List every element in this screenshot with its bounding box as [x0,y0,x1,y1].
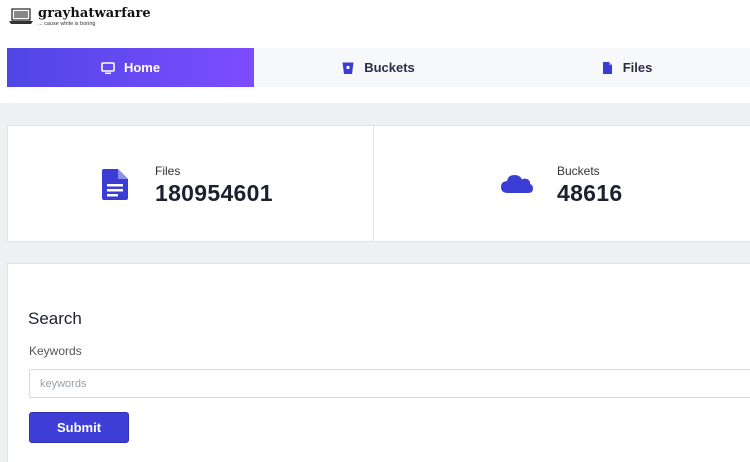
stat-buckets-label: Buckets [557,164,600,178]
header: grayhatwarfare ... cause white is boring… [0,0,750,103]
tab-home-label: Home [123,60,161,75]
keywords-input[interactable] [29,369,750,398]
file-icon [602,61,612,74]
bucket-icon [342,62,354,74]
tab-buckets-label: Buckets [364,60,415,75]
brand-name: grayhatwarfare [38,6,151,21]
monitor-icon [101,61,115,74]
stat-files: Files 180954601 [8,126,374,241]
tab-home[interactable]: Home [7,48,254,87]
stat-buckets: Buckets 48616 [374,126,750,241]
cloud-icon [501,175,533,193]
stat-files-value: 180954601 [155,180,273,206]
tab-files[interactable]: Files [502,48,750,87]
stats-panel: Files 180954601 Buckets 48616 [7,125,750,242]
search-card: Search Keywords Submit [7,263,750,462]
submit-button[interactable]: Submit [29,412,129,443]
search-title: Search [28,309,82,328]
stat-files-label: Files [155,164,181,178]
main-nav: Home Buckets Files [7,48,750,87]
brand-tagline: ... cause white is boring [38,21,96,27]
stat-buckets-value: 48616 [557,180,623,206]
logo[interactable]: grayhatwarfare ... cause white is boring [9,6,151,27]
laptop-logo-icon [9,8,33,24]
document-icon [102,169,128,200]
tab-files-label: Files [622,60,653,75]
tab-buckets[interactable]: Buckets [254,48,502,87]
keywords-label: Keywords [29,344,82,358]
